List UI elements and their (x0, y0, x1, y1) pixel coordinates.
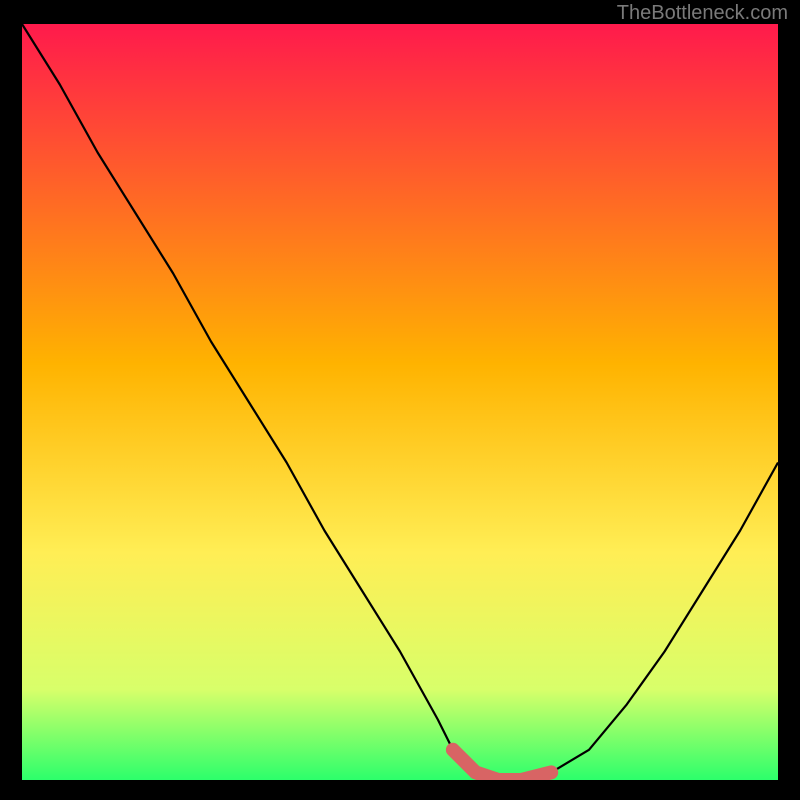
chart-svg (22, 24, 778, 780)
gradient-rect (22, 24, 778, 780)
plot-area (22, 24, 778, 780)
chart-frame: TheBottleneck.com (0, 0, 800, 800)
watermark-text: TheBottleneck.com (617, 2, 788, 25)
